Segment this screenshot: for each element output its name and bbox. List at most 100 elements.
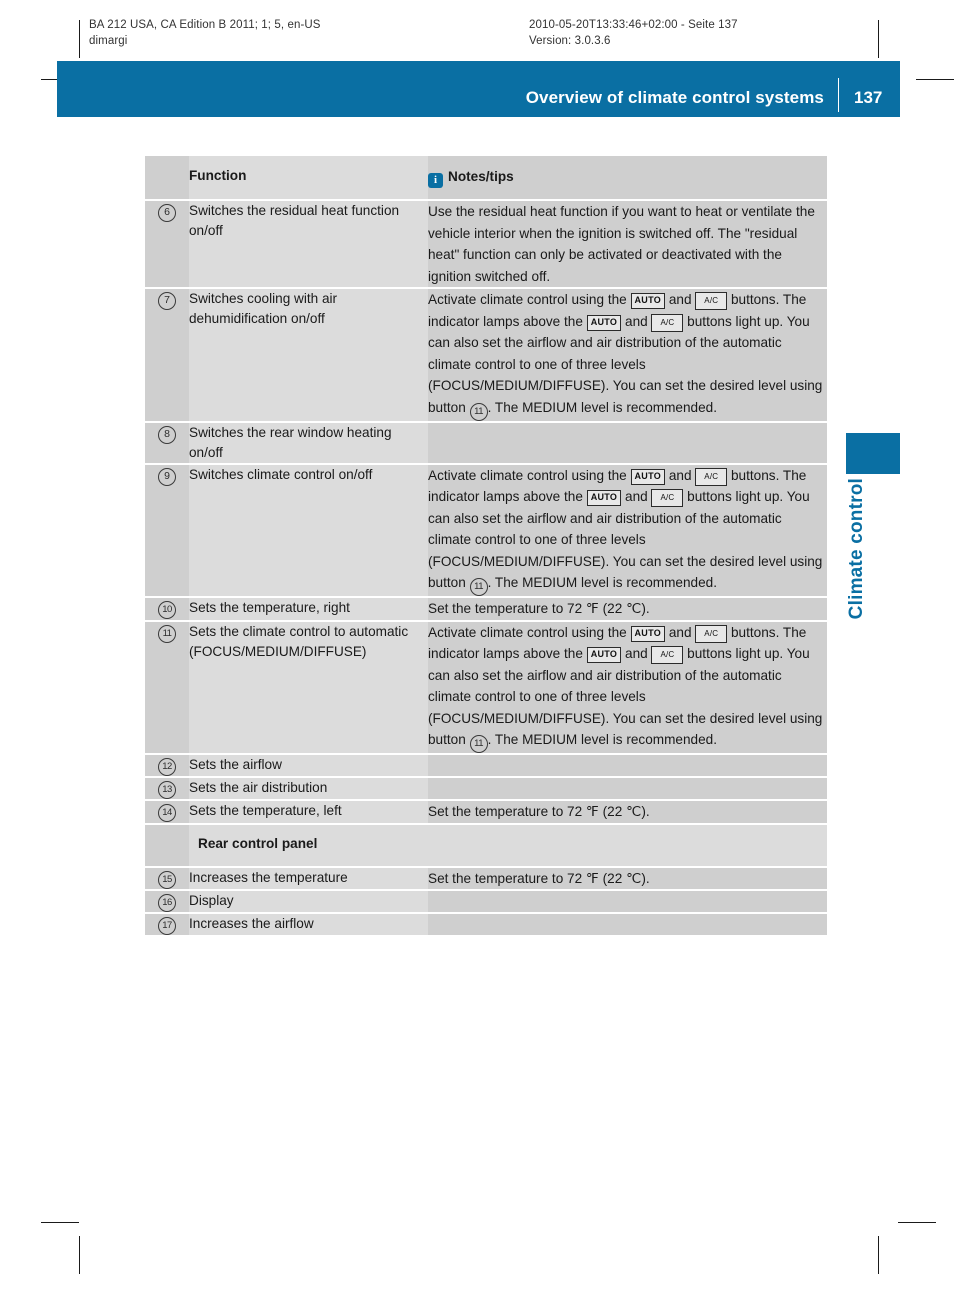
table-row: 14 Sets the temperature, left Set the temp… bbox=[145, 800, 827, 825]
callout-number: 12 bbox=[158, 758, 176, 776]
section-title: Rear control panel bbox=[189, 823, 827, 868]
table-row: 6 Switches the residual heat function on/… bbox=[145, 200, 827, 289]
cell-function: Switches cooling with air dehumidificati… bbox=[189, 288, 428, 423]
header-cell-number bbox=[145, 156, 189, 201]
auto-button-glyph: AUTO bbox=[586, 314, 622, 331]
crop-mark-top-right-h bbox=[916, 79, 954, 80]
page-header-bar: Overview of climate control systems 137 bbox=[57, 61, 900, 117]
table-header-row: Function i Notes/tips bbox=[145, 156, 827, 201]
ac-button-glyph: A/C bbox=[695, 292, 728, 310]
cell-number: 8 bbox=[145, 421, 189, 465]
cell-number: 11 bbox=[145, 620, 189, 755]
cell-function: Switches the residual heat function on/o… bbox=[189, 200, 428, 289]
cell-number: 13 bbox=[145, 777, 189, 801]
crop-mark-bottom-right-v bbox=[878, 1236, 879, 1274]
crop-mark-top-left-v bbox=[79, 20, 80, 58]
table-row: 7 Switches cooling with air dehumidificat… bbox=[145, 288, 827, 423]
cell-function: Display bbox=[189, 890, 428, 914]
auto-button-glyph: AUTO bbox=[630, 293, 666, 309]
callout-number: 9 bbox=[158, 467, 176, 486]
cell-number: 10 bbox=[145, 597, 189, 622]
print-info-left: BA 212 USA, CA Edition B 2011; 1; 5, en-… bbox=[89, 17, 321, 49]
cell-notes: Use the residual heat function if you wa… bbox=[428, 200, 827, 289]
cell-number: 12 bbox=[145, 754, 189, 778]
auto-button-glyph: AUTO bbox=[586, 647, 622, 663]
callout-number: 11 bbox=[469, 735, 488, 753]
header-cell-function: Function bbox=[189, 156, 428, 201]
crop-mark-top-right-v bbox=[878, 20, 879, 58]
table-row: 11 Sets the climate control to automatic … bbox=[145, 620, 827, 755]
cell-number bbox=[145, 823, 189, 868]
cell-notes: Set the temperature to 72 ℉ (22 ℃). bbox=[428, 866, 827, 891]
cell-number: 9 bbox=[145, 463, 189, 598]
callout-number: 14 bbox=[158, 804, 176, 822]
table-section-row: Rear control panel bbox=[145, 823, 827, 868]
cell-notes: Activate climate control using the AUTO … bbox=[428, 288, 827, 423]
cell-number: 17 bbox=[145, 913, 189, 937]
cell-notes bbox=[428, 754, 827, 778]
cell-number: 16 bbox=[145, 890, 189, 914]
cell-function: Increases the temperature bbox=[189, 866, 428, 891]
callout-number: 11 bbox=[469, 578, 488, 596]
cell-notes bbox=[428, 913, 827, 937]
callout-number: 13 bbox=[158, 781, 176, 799]
cell-function: Sets the climate control to automatic (F… bbox=[189, 620, 428, 755]
table-row: 15 Increases the temperature Set the tempe… bbox=[145, 866, 827, 891]
crop-mark-bottom-right-h bbox=[898, 1222, 936, 1223]
print-info-right-line2: Version: 3.0.3.6 bbox=[529, 35, 611, 47]
table-row: 13 Sets the air distribution bbox=[145, 777, 827, 801]
crop-mark-bottom-left-h bbox=[41, 1222, 79, 1223]
callout-number: 8 bbox=[158, 425, 176, 444]
cell-function: Sets the temperature, right bbox=[189, 597, 428, 622]
cell-function: Sets the temperature, left bbox=[189, 800, 428, 825]
cell-notes bbox=[428, 777, 827, 801]
callout-number: 10 bbox=[158, 601, 176, 619]
chapter-tab-marker bbox=[846, 433, 900, 474]
cell-number: 14 bbox=[145, 800, 189, 825]
ac-button-glyph: A/C bbox=[651, 646, 684, 664]
print-info-right-line1: 2010-05-20T13:33:46+02:00 - Seite 137 bbox=[529, 19, 738, 31]
cell-notes bbox=[428, 890, 827, 914]
cell-notes: Activate climate control using the AUTO … bbox=[428, 463, 827, 598]
cell-notes: Activate climate control using the AUTO … bbox=[428, 620, 827, 755]
auto-button-glyph: AUTO bbox=[630, 625, 666, 642]
cell-number: 7 bbox=[145, 288, 189, 423]
cell-number: 6 bbox=[145, 200, 189, 289]
auto-button-glyph: AUTO bbox=[630, 468, 666, 485]
cell-notes: Set the temperature to 72 ℉ (22 ℃). bbox=[428, 597, 827, 622]
callout-number: 11 bbox=[469, 402, 488, 421]
cell-notes bbox=[428, 421, 827, 465]
header-cell-notes: i Notes/tips bbox=[428, 156, 827, 201]
crop-mark-bottom-left-v bbox=[79, 1236, 80, 1274]
table-row: 9 Switches climate control on/off Activate… bbox=[145, 463, 827, 598]
cell-function: Sets the air distribution bbox=[189, 777, 428, 801]
print-info-right: 2010-05-20T13:33:46+02:00 - Seite 137 Ve… bbox=[529, 17, 738, 49]
cell-function: Sets the airflow bbox=[189, 754, 428, 778]
cell-function: Switches the rear window heating on/off bbox=[189, 421, 428, 465]
cell-number: 15 bbox=[145, 866, 189, 891]
cell-function: Switches climate control on/off bbox=[189, 463, 428, 598]
print-info-left-line1: BA 212 USA, CA Edition B 2011; 1; 5, en-… bbox=[89, 19, 321, 31]
page-number: 137 bbox=[854, 88, 883, 107]
table-row: 12 Sets the airflow bbox=[145, 754, 827, 778]
page-title: Overview of climate control systems bbox=[525, 88, 824, 107]
print-info-left-line2: dimargi bbox=[89, 35, 128, 47]
callout-number: 17 bbox=[158, 917, 176, 935]
callout-number: 15 bbox=[158, 870, 176, 889]
callout-number: 16 bbox=[158, 894, 176, 912]
climate-control-functions-table: Function i Notes/tips 6 Switches the resid… bbox=[145, 156, 827, 937]
callout-number: 6 bbox=[158, 204, 176, 222]
callout-number: 11 bbox=[158, 624, 176, 643]
table-row: 16 Display bbox=[145, 890, 827, 914]
info-icon: i bbox=[428, 173, 443, 188]
ac-button-glyph: A/C bbox=[651, 313, 684, 332]
table-row: 8 Switches the rear window heating on/off bbox=[145, 421, 827, 465]
callout-number: 7 bbox=[158, 292, 176, 310]
ac-button-glyph: A/C bbox=[651, 489, 684, 507]
ac-button-glyph: A/C bbox=[695, 467, 728, 486]
ac-button-glyph: A/C bbox=[695, 624, 728, 643]
auto-button-glyph: AUTO bbox=[586, 490, 622, 506]
table-row: 17 Increases the airflow bbox=[145, 913, 827, 937]
cell-function: Increases the airflow bbox=[189, 913, 428, 937]
header-notes-label: Notes/tips bbox=[448, 169, 514, 184]
